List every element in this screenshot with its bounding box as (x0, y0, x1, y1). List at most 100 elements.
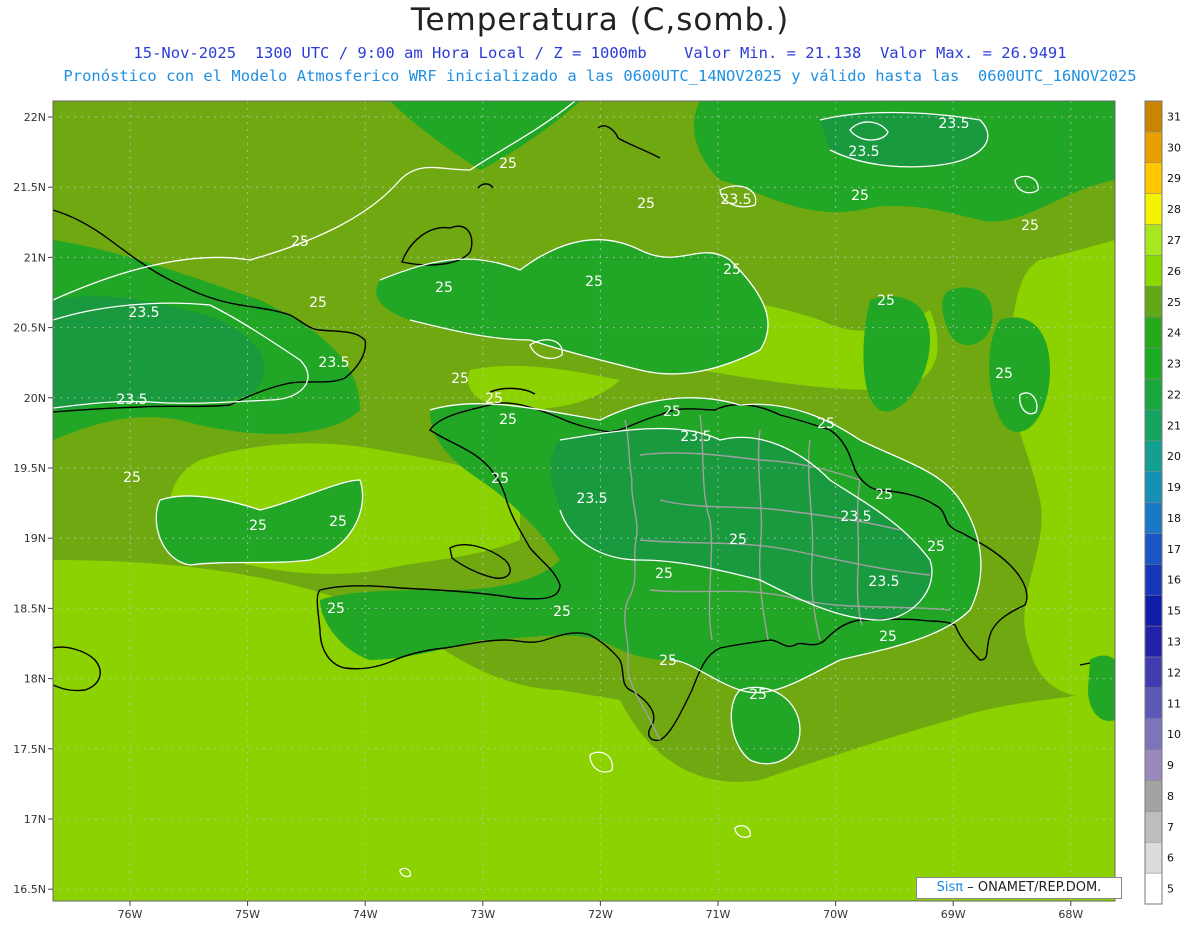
colorbar-swatch (1144, 502, 1163, 534)
contour-value-label: 25 (553, 604, 571, 620)
colorbar-label: 22 (1167, 388, 1181, 401)
colorbar-label: 19 (1167, 481, 1181, 494)
lon-tick-label: 68W (1058, 908, 1083, 921)
contour-value-label: 23.5 (128, 305, 159, 321)
colorbar-swatch (1144, 471, 1163, 503)
contour-value-label: 25 (723, 262, 741, 278)
contour-value-label: 25 (995, 366, 1013, 382)
contour-value-label: 23.5 (318, 355, 349, 371)
colorbar: 5 6 7 8 9 10 11 12 13 15 16 17 18 19 20 21 22 23 24 25 26 27 2… (1144, 100, 1181, 905)
lon-tick-label: 71W (706, 908, 731, 921)
colorbar-label: 7 (1167, 821, 1174, 834)
colorbar-label: 17 (1167, 543, 1181, 556)
colorbar-swatch (1144, 347, 1163, 380)
lat-tick-label: 21N (24, 251, 46, 264)
contour-value-label: 23.5 (720, 192, 751, 208)
contour-value-label: 25 (927, 539, 945, 555)
lon-tick-label: 73W (470, 908, 495, 921)
lat-tick-label: 18N (24, 673, 46, 686)
credit-box: Sisπ – ONAMET/REP.DOM. (916, 877, 1122, 899)
colorbar-label: 8 (1167, 790, 1174, 803)
colorbar-swatch (1144, 841, 1163, 874)
lon-tick-label: 70W (823, 908, 848, 921)
colorbar-label: 10 (1167, 728, 1181, 741)
colorbar-label: 13 (1167, 635, 1181, 648)
contour-value-label: 23.5 (848, 144, 879, 160)
latitude-axis: 22N 21.5N 21N 20.5N 20N 19.5N 19N 18.5N 18N 17.5N… (13, 111, 53, 896)
colorbar-swatch (1144, 718, 1163, 750)
contour-value-label: 25 (585, 274, 603, 290)
contour-value-label: 25 (879, 629, 897, 645)
temperature-map: 25 25 25 25 25 25 25 25 25 25 25 25 25 25 25 25 25 25 25 25… (13, 100, 1181, 921)
colorbar-label: 29 (1167, 172, 1181, 185)
colorbar-swatch (1144, 193, 1163, 225)
contour-value-label: 23.5 (938, 116, 969, 132)
colorbar-swatch (1144, 625, 1163, 658)
lon-tick-label: 75W (235, 908, 260, 921)
contour-value-label: 25 (1021, 218, 1039, 234)
colorbar-swatch (1144, 224, 1163, 256)
credit-sis: Sisπ (936, 880, 964, 895)
colorbar-swatch (1144, 564, 1163, 596)
contour-value-label: 23.5 (576, 491, 607, 507)
contour-value-label: 25 (249, 518, 267, 534)
colorbar-swatch (1144, 440, 1163, 472)
contour-value-label: 25 (851, 188, 869, 204)
lon-tick-label: 72W (588, 908, 613, 921)
colorbar-label: 24 (1167, 327, 1181, 340)
colorbar-swatch (1144, 162, 1163, 194)
colorbar-swatch (1144, 749, 1163, 781)
contour-value-label: 23.5 (868, 574, 899, 590)
contour-value-label: 25 (327, 601, 345, 617)
contour-value-label: 25 (291, 234, 309, 250)
contour-value-label: 23.5 (680, 429, 711, 445)
colorbar-label: 11 (1167, 697, 1181, 710)
contour-value-label: 25 (451, 371, 469, 387)
colorbar-label: 31 (1167, 110, 1181, 123)
colorbar-label: 23 (1167, 358, 1181, 371)
map-field: 25 25 25 25 25 25 25 25 25 25 25 25 25 25 25 25 25 25 25 25… (53, 101, 1115, 901)
colorbar-swatch (1144, 378, 1163, 411)
contour-value-label: 25 (729, 532, 747, 548)
colorbar-label: 15 (1167, 605, 1181, 618)
lat-tick-label: 20N (24, 392, 46, 405)
contour-value-label: 25 (435, 280, 453, 296)
contour-value-label: 25 (329, 514, 347, 530)
contour-value-label: 25 (659, 653, 677, 669)
contour-value-label: 25 (817, 416, 835, 432)
contour-value-label: 25 (655, 566, 673, 582)
lat-tick-label: 16.5N (13, 883, 46, 896)
lat-tick-label: 19.5N (13, 462, 46, 475)
colorbar-swatch (1144, 409, 1163, 441)
contour-value-label: 25 (485, 391, 503, 407)
longitude-axis: 76W 75W 74W 73W 72W 71W 70W 69W 68W (118, 901, 1083, 921)
contour-value-label: 25 (491, 471, 509, 487)
lat-tick-label: 20.5N (13, 322, 46, 335)
colorbar-label: 26 (1167, 265, 1181, 278)
colorbar-label: 21 (1167, 419, 1181, 432)
colorbar-swatch (1144, 811, 1163, 843)
contour-value-label: 23.5 (840, 509, 871, 525)
colorbar-swatch (1144, 255, 1163, 287)
colorbar-swatch (1144, 316, 1163, 349)
lon-tick-label: 69W (941, 908, 966, 921)
lat-tick-label: 22N (24, 111, 46, 124)
colorbar-label: 30 (1167, 141, 1181, 154)
contour-value-label: 25 (309, 295, 327, 311)
contour-value-label: 23.5 (116, 392, 147, 408)
contour-value-label: 25 (499, 156, 517, 172)
lat-tick-label: 17N (24, 813, 46, 826)
colorbar-swatch (1144, 594, 1163, 627)
colorbar-label: 28 (1167, 203, 1181, 216)
contour-value-label: 25 (123, 470, 141, 486)
colorbar-swatch (1144, 286, 1163, 318)
contour-value-label: 25 (499, 412, 517, 428)
colorbar-swatch (1144, 131, 1163, 164)
colorbar-label: 9 (1167, 759, 1174, 772)
colorbar-swatch (1144, 687, 1163, 719)
lat-tick-label: 21.5N (13, 181, 46, 194)
colorbar-label: 25 (1167, 296, 1181, 309)
colorbar-label: 18 (1167, 512, 1181, 525)
lon-tick-label: 76W (118, 908, 143, 921)
lat-tick-label: 17.5N (13, 743, 46, 756)
